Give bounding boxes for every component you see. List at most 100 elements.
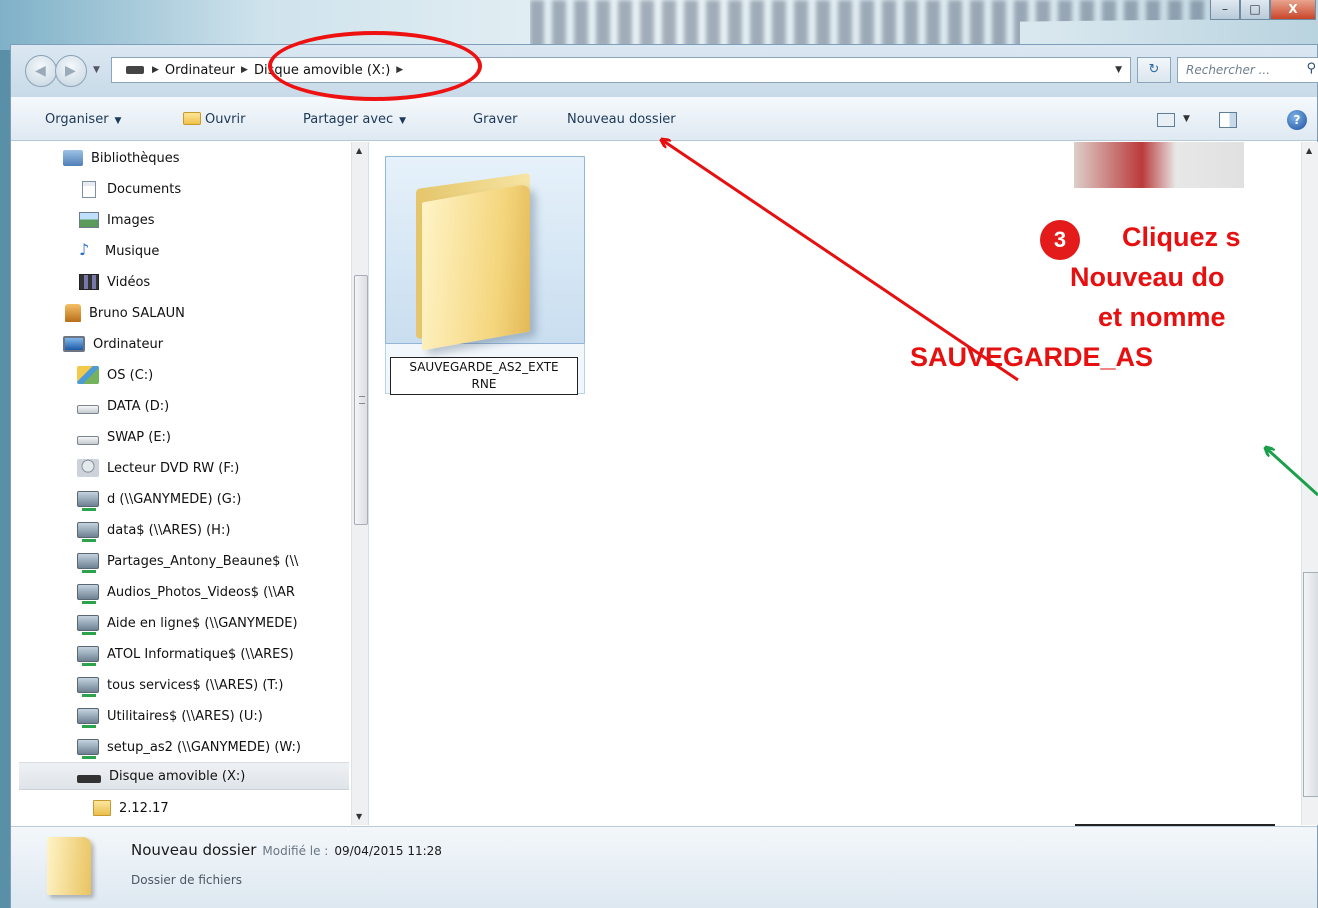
- nav-item-label: Bibliothèques: [91, 150, 180, 166]
- view-dropdown-icon[interactable]: ▼: [1183, 114, 1190, 124]
- nav-item-user[interactable]: Bruno SALAUN: [65, 299, 185, 327]
- nav-item-disque-amovible[interactable]: Disque amovible (X:): [19, 762, 349, 790]
- window-caption-buttons: – □ X: [1210, 0, 1316, 22]
- details-name: Nouveau dossier: [131, 841, 257, 859]
- graver-button[interactable]: Graver: [473, 112, 517, 127]
- nav-item-label: SWAP (E:): [107, 429, 171, 445]
- nav-item-data-d[interactable]: DATA (D:): [77, 392, 169, 420]
- scroll-up-icon[interactable]: ▲: [356, 146, 362, 155]
- breadcrumb[interactable]: ▶ Ordinateur ▶ Disque amovible (X:) ▶ ▼: [111, 57, 1131, 83]
- hard-drive-icon: [77, 404, 99, 414]
- nav-item-label: Lecteur DVD RW (F:): [107, 460, 240, 476]
- music-icon: ♪: [79, 240, 90, 259]
- navigation-pane: Bibliothèques Documents Images ♪ Musique …: [11, 142, 369, 825]
- nav-item-atol[interactable]: ATOL Informatique$ (\\ARES): [77, 640, 294, 668]
- nav-item-os-c[interactable]: OS (C:): [77, 361, 153, 389]
- nav-item-label: data$ (\\ARES) (H:): [107, 522, 231, 538]
- recent-pages-dropdown-icon[interactable]: ▼: [93, 65, 100, 75]
- back-button[interactable]: ◀: [25, 55, 57, 87]
- annotation-instruction: 3 Cliquez s Nouveau do et nomme SAUVEGAR…: [910, 218, 1318, 428]
- organiser-menu[interactable]: Organiser ▼: [45, 112, 121, 127]
- nav-item-label: Audios_Photos_Videos$ (\\AR: [107, 584, 295, 600]
- nav-item-documents[interactable]: Documents: [79, 175, 181, 203]
- nav-item-images[interactable]: Images: [79, 206, 155, 234]
- os-drive-icon: [77, 366, 99, 384]
- nav-item-label: ATOL Informatique$ (\\ARES): [107, 646, 294, 662]
- nav-item-label: DATA (D:): [107, 398, 170, 414]
- partager-label: Partager avec: [303, 112, 394, 127]
- chevron-right-icon[interactable]: ▶: [152, 65, 159, 75]
- folder-rename-input[interactable]: SAUVEGARDE_AS2_EXTE RNE: [390, 357, 578, 395]
- maximize-button[interactable]: □: [1240, 0, 1270, 20]
- minimize-button[interactable]: –: [1210, 0, 1240, 20]
- nav-item-label: Utilitaires$ (\\ARES) (U:): [107, 708, 263, 724]
- close-button[interactable]: X: [1270, 0, 1316, 20]
- refresh-button[interactable]: ↻: [1137, 57, 1171, 83]
- ouvrir-label: Ouvrir: [205, 112, 246, 127]
- nav-item-utilitaires[interactable]: Utilitaires$ (\\ARES) (U:): [77, 702, 263, 730]
- details-name-row: Nouveau dossier Modifié le : 09/04/2015 11…: [131, 841, 442, 859]
- nav-item-label: 2.12.17: [119, 800, 169, 816]
- nav-item-partages[interactable]: Partages_Antony_Beaune$ (\\: [77, 547, 298, 575]
- nav-item-ordinateur[interactable]: Ordinateur: [63, 330, 163, 358]
- rename-line-1: SAUVEGARDE_AS2_EXTE: [409, 360, 559, 374]
- search-icon[interactable]: ⚲: [1306, 61, 1316, 76]
- network-drive-icon: [77, 708, 99, 728]
- nav-item-bibliotheques[interactable]: Bibliothèques: [63, 144, 180, 172]
- network-drive-icon: [77, 739, 99, 759]
- search-input[interactable]: Rechercher ... ⚲: [1177, 57, 1318, 83]
- partager-avec-menu[interactable]: Partager avec ▼: [303, 112, 406, 127]
- background-document-text: [530, 0, 1230, 48]
- instruction-line-3: et nomme: [1098, 302, 1226, 332]
- chevron-right-icon[interactable]: ▶: [396, 65, 403, 75]
- nav-scrollbar[interactable]: ▲ ▼: [351, 142, 368, 825]
- scroll-down-icon[interactable]: ▼: [356, 812, 362, 821]
- removable-drive-icon: [126, 66, 144, 74]
- nav-item-label: Musique: [105, 243, 160, 259]
- nav-item-aide[interactable]: Aide en ligne$ (\\GANYMEDE): [77, 609, 298, 637]
- details-modified-value: 09/04/2015 11:28: [334, 844, 442, 858]
- grip-icon: [359, 396, 365, 404]
- nav-item-label: OS (C:): [107, 367, 154, 383]
- forward-arrow-icon: ▶: [65, 63, 76, 79]
- preview-pane-icon[interactable]: [1219, 112, 1237, 128]
- videos-icon: [79, 274, 99, 290]
- nav-item-label: tous services$ (\\ARES) (T:): [107, 677, 284, 693]
- scroll-up-icon[interactable]: ▲: [1306, 146, 1312, 155]
- network-drive-icon: [77, 584, 99, 604]
- nav-item-videos[interactable]: Vidéos: [79, 268, 150, 296]
- folder-icon: [93, 800, 111, 816]
- nav-item-musique[interactable]: ♪ Musique: [79, 237, 159, 265]
- nav-item-dvd-f[interactable]: Lecteur DVD RW (F:): [77, 454, 239, 482]
- nav-item-swap-e[interactable]: SWAP (E:): [77, 423, 171, 451]
- chevron-down-icon: ▼: [114, 116, 122, 126]
- content-scroll-thumb[interactable]: [1303, 572, 1318, 797]
- nav-item-folder-2-12-17[interactable]: 2.12.17: [93, 794, 169, 822]
- details-modified-label: Modifié le :: [262, 844, 329, 858]
- breadcrumb-ordinateur[interactable]: Ordinateur: [159, 63, 241, 78]
- user-icon: [65, 304, 81, 322]
- hard-drive-icon: [77, 435, 99, 445]
- network-drive-icon: [77, 522, 99, 542]
- nav-item-label: d (\\GANYMEDE) (G:): [107, 491, 242, 507]
- nav-item-audios[interactable]: Audios_Photos_Videos$ (\\AR: [77, 578, 295, 606]
- instruction-line-2: Nouveau do: [1070, 262, 1225, 292]
- nav-item-label: Documents: [107, 181, 182, 197]
- open-folder-icon: [183, 112, 201, 125]
- change-view-icon[interactable]: [1157, 113, 1175, 127]
- nav-item-network-g[interactable]: d (\\GANYMEDE) (G:): [77, 485, 241, 513]
- ouvrir-button[interactable]: Ouvrir: [183, 112, 245, 127]
- nav-item-tous-services[interactable]: tous services$ (\\ARES) (T:): [77, 671, 283, 699]
- address-dropdown-icon[interactable]: ▼: [1115, 65, 1122, 75]
- breadcrumb-disque-amovible[interactable]: Disque amovible (X:): [248, 63, 396, 78]
- forward-button[interactable]: ▶: [55, 55, 87, 87]
- instruction-line-1: Cliquez s: [1122, 222, 1241, 252]
- nav-item-label: Images: [107, 212, 155, 228]
- nav-scroll-thumb[interactable]: [354, 275, 368, 525]
- nav-item-network-h[interactable]: data$ (\\ARES) (H:): [77, 516, 230, 544]
- chevron-right-icon[interactable]: ▶: [241, 65, 248, 75]
- nav-item-setup-as2[interactable]: setup_as2 (\\GANYMEDE) (W:): [77, 733, 301, 761]
- help-icon[interactable]: ?: [1287, 110, 1307, 130]
- nouveau-dossier-button[interactable]: Nouveau dossier: [567, 112, 676, 127]
- new-folder-item[interactable]: SAUVEGARDE_AS2_EXTE RNE: [385, 156, 585, 395]
